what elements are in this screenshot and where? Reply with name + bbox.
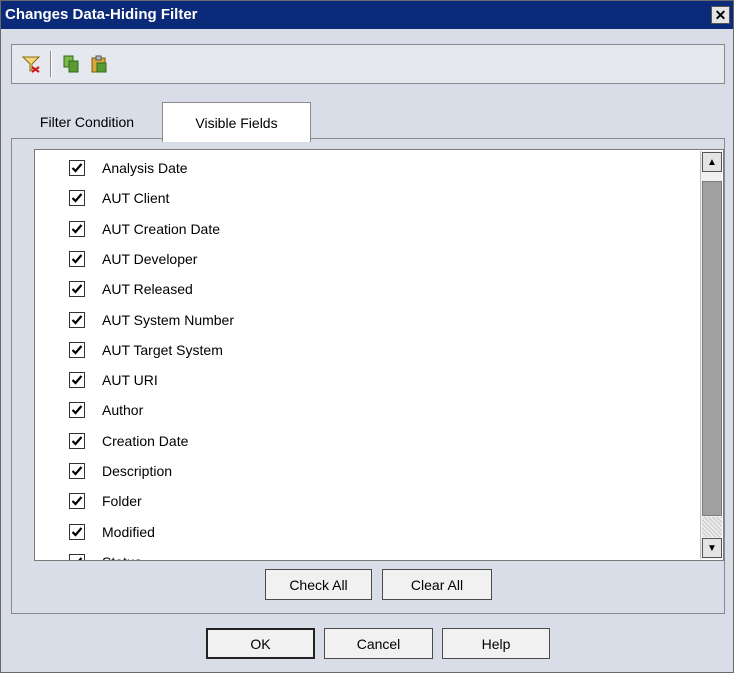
field-label: AUT URI (102, 372, 158, 389)
scroll-up-button[interactable]: ▲ (702, 152, 722, 172)
field-checkbox[interactable] (69, 220, 85, 237)
tab-label: Visible Fields (195, 114, 278, 131)
checkmark-icon (71, 405, 83, 416)
scroll-thumb[interactable] (702, 181, 722, 516)
checkmark-icon (71, 284, 83, 294)
field-label: Modified (102, 523, 155, 540)
paste-icon (91, 55, 107, 73)
field-checkbox[interactable] (69, 281, 85, 298)
checkmark-icon (71, 193, 83, 203)
title-bar[interactable]: Changes Data-Hiding Filter ✕ (1, 1, 733, 29)
cancel-button[interactable]: Cancel (324, 628, 433, 659)
checkmark-icon (71, 345, 83, 355)
field-label: Creation Date (102, 432, 189, 449)
field-label: Description (102, 463, 173, 479)
visible-fields-panel: Analysis Date AUT Client AUT Creation Date… (11, 138, 725, 614)
field-label: AUT Released (102, 281, 193, 298)
field-label: Status (102, 554, 142, 560)
field-checkbox[interactable] (69, 523, 85, 540)
field-label: AUT Target System (102, 341, 223, 358)
fields-list[interactable]: Analysis Date AUT Client AUT Creation Date… (34, 149, 724, 561)
checkmark-icon (71, 163, 83, 173)
scroll-up-icon: ▲ (707, 156, 717, 168)
field-row[interactable]: Description (35, 456, 685, 486)
checkmark-icon (71, 223, 83, 234)
button-label: Check All (289, 576, 348, 593)
field-label: Author (102, 402, 144, 419)
scroll-track[interactable] (702, 517, 722, 537)
field-checkbox[interactable] (69, 463, 85, 479)
copy-icon (63, 55, 79, 73)
field-label: AUT Client (102, 190, 170, 207)
checkmark-icon (71, 254, 83, 264)
tab-label: Filter Condition (39, 114, 135, 130)
field-label: AUT System Number (102, 311, 234, 328)
field-row[interactable]: AUT Released (35, 274, 685, 304)
field-label: AUT Creation Date (102, 220, 221, 237)
field-label: Folder (102, 493, 142, 510)
field-checkbox[interactable] (69, 432, 85, 449)
checkmark-icon (71, 496, 83, 506)
close-button[interactable]: ✕ (711, 6, 730, 24)
field-checkbox[interactable] (69, 402, 85, 419)
field-checkbox[interactable] (69, 190, 85, 207)
filter-button[interactable] (19, 52, 43, 76)
field-checkbox[interactable] (69, 372, 85, 389)
ok-button[interactable]: OK (206, 628, 315, 659)
field-checkbox[interactable] (69, 341, 85, 358)
button-label: Cancel (356, 635, 401, 652)
field-row[interactable]: Status (35, 547, 685, 560)
field-row[interactable]: AUT System Number (35, 305, 685, 335)
toolbar (11, 44, 725, 84)
button-label: Clear All (410, 576, 464, 593)
filter-icon (21, 56, 41, 73)
paste-button[interactable] (87, 52, 111, 76)
tab-visible-fields[interactable]: Visible Fields (162, 102, 311, 142)
field-checkbox[interactable] (69, 311, 85, 328)
checkmark-icon (71, 435, 83, 446)
help-button[interactable]: Help (442, 628, 550, 659)
toolbar-separator (50, 51, 51, 77)
scroll-down-button[interactable]: ▼ (702, 538, 722, 558)
dialog-window: Changes Data-Hiding Filter ✕ Filter Cond… (0, 0, 734, 673)
field-checkbox[interactable] (69, 250, 85, 267)
window-title: Changes Data-Hiding Filter (5, 6, 198, 23)
field-row[interactable]: AUT Client (35, 183, 685, 213)
field-checkbox[interactable] (69, 493, 85, 510)
field-row[interactable]: Modified (35, 517, 685, 547)
field-row[interactable]: AUT Creation Date (35, 214, 685, 244)
button-label: Help (481, 635, 511, 652)
checkmark-icon (78, 557, 83, 560)
field-label: AUT Developer (102, 250, 198, 267)
button-label: OK (250, 635, 271, 652)
field-row[interactable]: Folder (35, 486, 685, 516)
checkmark-icon (71, 375, 83, 385)
clear-all-button[interactable]: Clear All (382, 569, 492, 600)
field-label: Analysis Date (102, 160, 188, 176)
field-row[interactable]: Author (35, 395, 685, 425)
field-row[interactable]: AUT URI (35, 365, 685, 395)
field-checkbox[interactable] (69, 160, 85, 176)
tab-filter-condition[interactable]: Filter Condition (12, 104, 162, 140)
field-checkbox[interactable] (69, 553, 85, 560)
close-icon: ✕ (714, 7, 727, 23)
field-row[interactable]: AUT Target System (35, 335, 685, 365)
copy-button[interactable] (59, 52, 83, 76)
vertical-scrollbar[interactable]: ▲ ▼ (700, 151, 722, 559)
field-row[interactable]: AUT Developer (35, 244, 685, 274)
field-row[interactable]: Analysis Date (35, 153, 685, 183)
checkmark-icon (71, 466, 83, 476)
checkmark-icon (71, 314, 83, 325)
field-row[interactable]: Creation Date (35, 426, 685, 456)
checkmark-icon (71, 526, 83, 537)
check-all-button[interactable]: Check All (265, 569, 372, 600)
scroll-down-icon: ▼ (707, 542, 717, 554)
